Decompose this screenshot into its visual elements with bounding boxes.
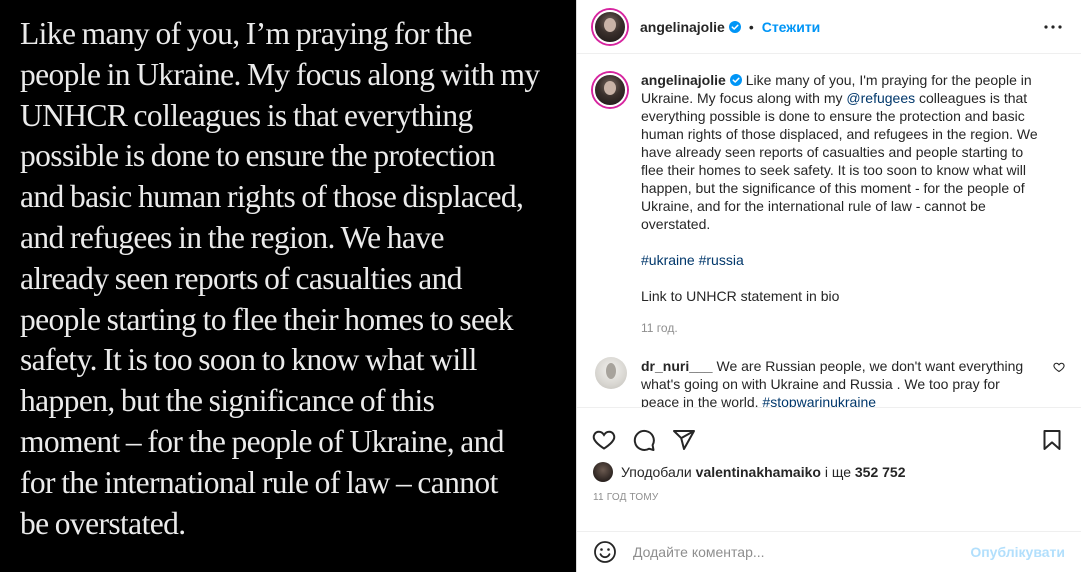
post-image-text-line: people in Ukraine. My focus along with m… xyxy=(20,56,540,92)
hashtag-ukraine-link[interactable]: #ukraine xyxy=(641,252,695,268)
comment-body: dr_nuri___ We are Russian people, we don… xyxy=(641,357,1033,407)
post-header: angelinajolie • Стежити xyxy=(577,0,1081,54)
comment-item: dr_nuri___ We are Russian people, we don… xyxy=(593,357,1065,407)
caption-verified-icon xyxy=(729,74,742,86)
publish-button[interactable]: Опублікувати xyxy=(970,544,1065,560)
caption-text: angelinajolie Like many of you, I'm pray… xyxy=(641,71,1041,233)
post-image-text-line: people starting to flee their homes to s… xyxy=(20,301,514,337)
post-image-text-line: happen, but the significance of this xyxy=(20,383,435,419)
post-image-text-line: possible is done to ensure the protectio… xyxy=(20,138,496,174)
hashtag-stopwarinukraine-link[interactable]: #stopwarinukraine xyxy=(762,394,876,407)
more-icon xyxy=(1044,24,1062,29)
author-avatar[interactable] xyxy=(593,9,627,44)
post-image-text-line: and basic human rights of those displace… xyxy=(20,179,524,215)
heart-icon xyxy=(592,430,616,450)
save-button[interactable] xyxy=(1039,427,1065,453)
verified-badge-icon xyxy=(728,20,741,33)
post-timestamp[interactable]: 11 ГОД ТОМУ xyxy=(577,482,1081,503)
hashtag-russia-link[interactable]: #russia xyxy=(699,252,744,268)
post-image[interactable]: Like many of you, I’m praying for the peo… xyxy=(0,0,576,572)
post-actions-area: Уподобали valentinakhamaiko і ще 352 752… xyxy=(577,407,1081,531)
post-image-text-line: already seen reports of casualties and xyxy=(20,260,462,296)
refugees-mention-link[interactable]: @refugees xyxy=(846,90,915,106)
likes-prefix: Уподобали xyxy=(621,464,692,480)
add-comment-bar: Опублікувати xyxy=(577,531,1081,572)
send-icon xyxy=(673,430,695,450)
post-image-text-line: for the international rule of law – cann… xyxy=(20,464,498,500)
follow-button[interactable]: Стежити xyxy=(762,19,821,35)
share-button[interactable] xyxy=(671,427,697,453)
more-options-button[interactable] xyxy=(1041,15,1065,39)
liker-avatar xyxy=(593,462,613,482)
post-image-text-line: safety. It is too soon to know what will xyxy=(20,342,477,378)
post-image-text-line: moment – for the people of Ukraine, and xyxy=(20,423,505,459)
caption-link-note: Link to UNHCR statement in bio xyxy=(641,288,840,304)
post-details-panel: angelinajolie • Стежити angelinajolie Li… xyxy=(576,0,1081,572)
post-caption: angelinajolie Like many of you, I'm pray… xyxy=(593,71,1065,337)
caption-username[interactable]: angelinajolie xyxy=(641,72,726,88)
like-button[interactable] xyxy=(591,427,617,453)
author-username[interactable]: angelinajolie xyxy=(640,19,725,35)
comment-input[interactable] xyxy=(633,544,971,560)
caption-avatar[interactable] xyxy=(593,73,627,107)
emoji-icon[interactable] xyxy=(593,540,617,564)
likes-count[interactable]: 352 752 xyxy=(855,464,906,480)
comment-button[interactable] xyxy=(631,427,657,453)
caption-hashtags: #ukraine #russia xyxy=(641,251,1041,269)
post-image-text: Like many of you, I’m praying for the peo… xyxy=(20,14,556,544)
comment-like-heart-icon[interactable] xyxy=(1053,361,1065,373)
commenter-username[interactable]: dr_nuri___ xyxy=(641,358,713,374)
post-image-text-line: Like many of you, I’m praying for the xyxy=(20,16,473,51)
action-bar xyxy=(577,408,1081,460)
liker-username[interactable]: valentinakhamaiko xyxy=(696,464,821,480)
commenter-avatar[interactable] xyxy=(595,357,627,389)
caption-body: angelinajolie Like many of you, I'm pray… xyxy=(641,71,1041,337)
comments-section[interactable]: angelinajolie Like many of you, I'm pray… xyxy=(577,55,1081,407)
comment-bubble-icon xyxy=(633,429,655,451)
post-image-text-line: UNHCR colleagues is that everything xyxy=(20,97,473,133)
caption-timestamp[interactable]: 11 год. xyxy=(641,319,1041,337)
likes-summary[interactable]: Уподобали valentinakhamaiko і ще 352 752 xyxy=(577,460,1081,482)
bookmark-icon xyxy=(1043,430,1061,450)
likes-middle: і ще xyxy=(824,464,851,480)
post-image-text-line: be overstated. xyxy=(20,505,186,541)
post-image-text-line: and refugees in the region. We have xyxy=(20,219,444,255)
caption-text-part2: colleagues is that everything possible i… xyxy=(641,90,1038,232)
header-separator: • xyxy=(748,18,754,35)
